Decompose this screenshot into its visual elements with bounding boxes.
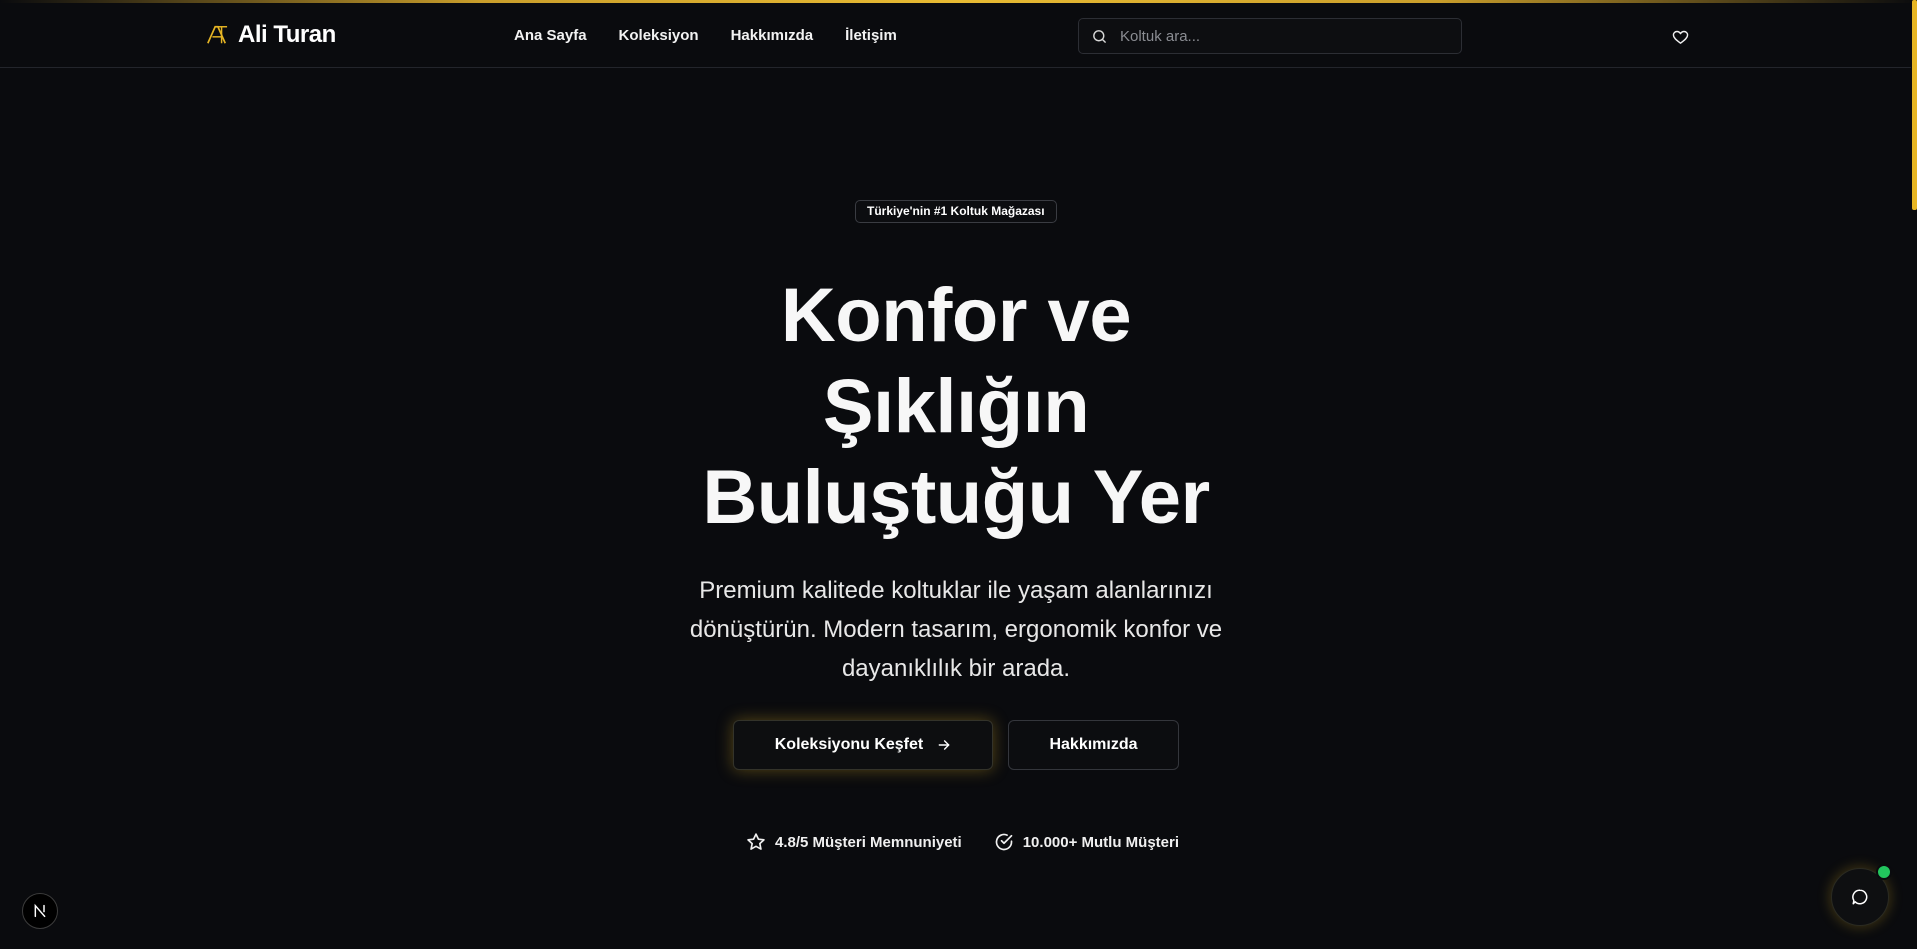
search-icon [1093,29,1106,43]
stat-rating: 4.8/5 Müşteri Memnuniyeti [746,832,962,852]
hero-title: Konfor ve Şıklığın Buluştuğu Yer [556,270,1356,543]
initials-logo-icon [207,25,228,44]
check-circle-icon [995,833,1013,851]
about-button-label: Hakkımızda [1049,736,1138,753]
hero-title-line: Şıklığın [822,364,1090,449]
hero-subtitle: Premium kalitede koltuklar ile yaşam ala… [636,571,1276,688]
search-box [1078,18,1462,54]
nav-collection[interactable]: Koleksiyon [619,27,699,44]
dev-tools-icon [34,903,46,918]
hero-subtitle-line: dayanıklılık bir arada. [841,655,1071,682]
nav-contact[interactable]: İletişim [845,27,897,44]
hero-title-line: Buluştuğu Yer [702,455,1210,540]
explore-collection-button[interactable]: Koleksiyonu Keşfet [733,720,993,770]
stat-rating-label: 4.8/5 Müşteri Memnuniyeti [775,833,962,851]
scrollbar-track[interactable] [1911,0,1917,949]
arrow-right-icon [938,740,950,750]
nav-about[interactable]: Hakkımızda [731,27,814,44]
site-header: Ali Turan Ana Sayfa Koleksiyon Hakkımızd… [0,3,1911,68]
stat-customers-label: 10.000+ Mutlu Müşteri [1022,833,1180,851]
brand-name: Ali Turan [238,21,336,48]
explore-collection-label: Koleksiyonu Keşfet [774,736,924,753]
search-input[interactable] [1118,26,1442,46]
hero-subtitle-line: Premium kalitede koltuklar ile yaşam ala… [699,577,1213,604]
hero-badge: Türkiye'nin #1 Koltuk Mağazası [855,200,1057,223]
stat-customers: 10.000+ Mutlu Müşteri [994,832,1179,852]
online-status-dot [1876,864,1892,880]
heart-icon[interactable] [1672,29,1689,46]
dev-tools-badge[interactable] [22,893,58,929]
main-nav: Ana Sayfa Koleksiyon Hakkımızda İletişim [514,27,897,44]
nav-home[interactable]: Ana Sayfa [514,27,587,44]
about-button[interactable]: Hakkımızda [1008,720,1179,770]
star-icon [747,833,765,850]
brand-logo[interactable]: Ali Turan [206,21,336,49]
hero-stats: 4.8/5 Müşteri Memnuniyeti 10.000+ Mutlu … [746,832,1179,852]
hero-title-line: Konfor ve [780,273,1132,358]
scrollbar-thumb[interactable] [1912,0,1917,210]
chat-bubble-icon [1852,889,1868,905]
hero-subtitle-line: dönüştürün. Modern tasarım, ergonomik ko… [689,616,1223,643]
